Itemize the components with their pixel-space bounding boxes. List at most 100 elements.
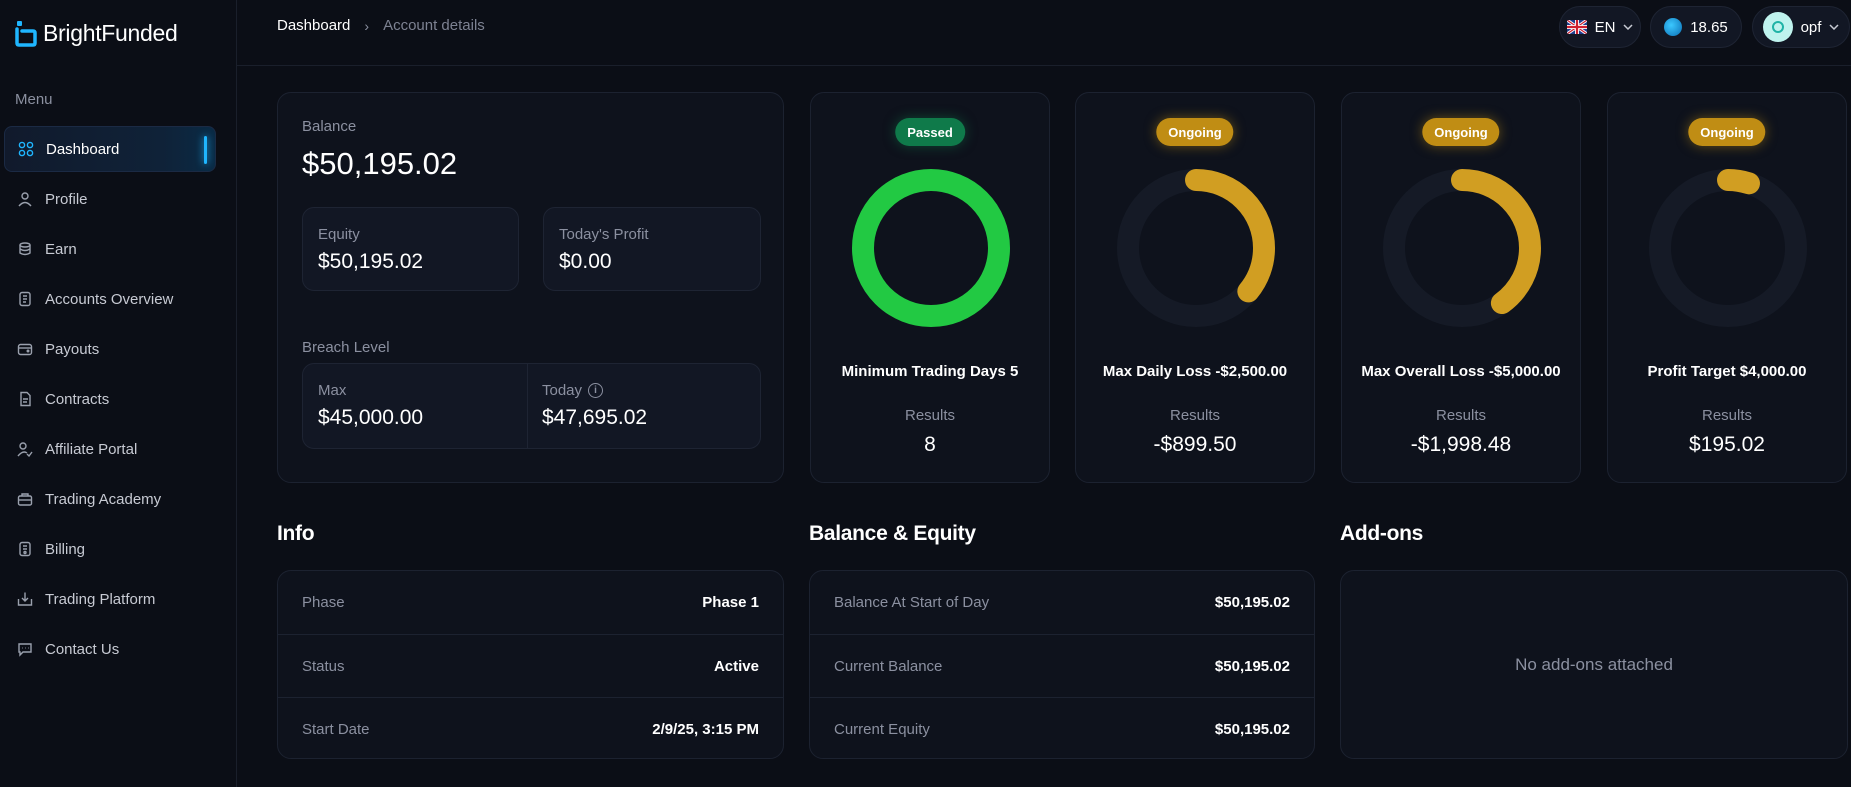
sidebar-item-trading-platform[interactable]: Trading Platform [4, 576, 216, 622]
menu-label: Menu [15, 91, 53, 108]
info-row-start-date: Start Date 2/9/25, 3:15 PM [278, 697, 783, 760]
objective-title: Minimum Trading Days 5 [841, 363, 1019, 380]
user-menu[interactable]: opf [1752, 6, 1850, 48]
billing-icon [17, 541, 33, 557]
row-value: 2/9/25, 3:15 PM [652, 720, 759, 738]
platform-icon [17, 591, 33, 607]
brand-name: BrightFunded [43, 20, 178, 46]
row-label: Status [302, 657, 345, 675]
addons-card: No add-ons attached [1340, 570, 1848, 759]
sidebar-item-trading-academy[interactable]: Trading Academy [4, 476, 216, 522]
results-label: Results [1169, 407, 1221, 424]
coin-balance-value: 18.65 [1690, 18, 1728, 36]
sidebar-item-dashboard[interactable]: Dashboard [4, 126, 216, 172]
sidebar-nav: Dashboard Profile Earn Accounts Overview… [4, 126, 216, 676]
sidebar-item-label: Trading Academy [45, 490, 162, 508]
status-badge: Ongoing [1422, 118, 1500, 146]
equity-value: $50,195.02 [318, 250, 424, 273]
objective-title: Max Daily Loss -$2,500.00 [1102, 363, 1288, 380]
row-value: $50,195.02 [1214, 657, 1290, 675]
username: opf [1800, 18, 1822, 36]
row-label: Current Equity [834, 720, 930, 738]
results-label: Results [1701, 407, 1753, 424]
coin-icon [1664, 18, 1683, 36]
chevron-down-icon [1623, 22, 1633, 33]
row-value: Phase 1 [702, 594, 759, 611]
info-row-status: Status Active [278, 634, 783, 697]
results-label: Results [904, 407, 956, 424]
results-label: Results [1435, 407, 1487, 424]
sidebar-item-label: Contracts [45, 390, 110, 408]
sidebar-item-billing[interactable]: Billing [4, 526, 216, 572]
breach-level-label: Breach Level [302, 339, 390, 356]
affiliate-icon [17, 441, 33, 457]
sidebar-item-contracts[interactable]: Contracts [4, 376, 216, 422]
dashboard-icon [18, 141, 34, 157]
breach-max-value: $45,000.00 [318, 406, 424, 429]
sidebar: BrightFunded Menu Dashboard Profile Earn [0, 0, 237, 787]
sidebar-item-label: Affiliate Portal [45, 440, 138, 458]
language-selector[interactable]: EN [1559, 6, 1641, 48]
balance-equity-card: Balance At Start of Day $50,195.02 Curre… [809, 570, 1315, 759]
todays-profit-label: Today's Profit [559, 226, 649, 243]
breadcrumb-separator: › [364, 17, 370, 34]
row-value: Active [713, 657, 759, 675]
info-row-phase: Phase Phase 1 [278, 571, 783, 634]
row-label: Start Date [302, 720, 370, 738]
sidebar-item-earn[interactable]: Earn [4, 226, 216, 272]
results-value: $195.02 [1689, 433, 1765, 456]
sidebar-item-label: Billing [45, 540, 86, 558]
language-code: EN [1594, 18, 1616, 36]
info-section-title: Info [277, 522, 315, 545]
row-value: $50,195.02 [1214, 720, 1290, 738]
balance-value: $50,195.02 [302, 146, 458, 181]
ring-progress-arc [852, 169, 1010, 327]
objective-card-min-trading-days: Passed Minimum Trading Days 5 Results 8 [810, 92, 1050, 483]
addons-section-title: Add-ons [1340, 522, 1424, 545]
progress-ring [1383, 169, 1541, 327]
breach-level-box: Max $45,000.00 Today i $47,695.02 [302, 363, 761, 449]
objective-title: Max Overall Loss -$5,000.00 [1361, 363, 1561, 380]
row-label: Current Balance [834, 657, 943, 675]
objective-title: Profit Target $4,000.00 [1647, 363, 1807, 380]
avatar [1762, 12, 1793, 42]
equity-label: Equity [318, 226, 360, 243]
row-value: $50,195.02 [1214, 594, 1290, 611]
breadcrumb: Dashboard › Account details [277, 17, 485, 34]
results-value: -$899.50 [1153, 433, 1237, 456]
contract-icon [17, 391, 33, 407]
balance-equity-row: Balance At Start of Day $50,195.02 [810, 571, 1314, 634]
objective-card-profit-target: Ongoing Profit Target $4,000.00 Results … [1607, 92, 1847, 483]
sidebar-item-affiliate-portal[interactable]: Affiliate Portal [4, 426, 216, 472]
progress-ring [1649, 169, 1807, 327]
brand-logo[interactable]: BrightFunded [15, 20, 178, 47]
balance-equity-row: Current Balance $50,195.02 [810, 634, 1314, 697]
breadcrumb-dashboard-link[interactable]: Dashboard [277, 17, 350, 34]
breach-today-value: $47,695.02 [542, 406, 648, 429]
row-label: Phase [302, 594, 345, 611]
user-icon [17, 191, 33, 207]
addons-empty-state: No add-ons attached [1515, 654, 1673, 674]
breadcrumb-current: Account details [383, 17, 485, 34]
progress-ring [852, 169, 1010, 327]
breach-max-label: Max [318, 382, 347, 399]
sidebar-item-label: Dashboard [46, 140, 120, 158]
sidebar-item-label: Profile [45, 190, 88, 208]
sidebar-item-label: Accounts Overview [45, 290, 174, 308]
sidebar-item-accounts-overview[interactable]: Accounts Overview [4, 276, 216, 322]
sidebar-item-profile[interactable]: Profile [4, 176, 216, 222]
results-value: -$1,998.48 [1410, 433, 1512, 456]
info-icon[interactable]: i [588, 383, 604, 398]
chevron-down-icon [1829, 22, 1839, 33]
todays-profit-box: Today's Profit $0.00 [543, 207, 761, 291]
status-badge: Ongoing [1156, 118, 1234, 146]
sidebar-item-contact-us[interactable]: Contact Us [4, 626, 216, 672]
objective-card-max-overall-loss: Ongoing Max Overall Loss -$5,000.00 Resu… [1341, 92, 1581, 483]
top-bar: Dashboard › Account details EN 18.65 opf [237, 0, 1851, 66]
wallet-icon [17, 341, 33, 357]
sidebar-item-payouts[interactable]: Payouts [4, 326, 216, 372]
status-badge: Passed [895, 118, 965, 146]
sidebar-item-label: Trading Platform [45, 590, 156, 608]
document-icon [17, 291, 33, 307]
coin-balance[interactable]: 18.65 [1650, 6, 1742, 48]
